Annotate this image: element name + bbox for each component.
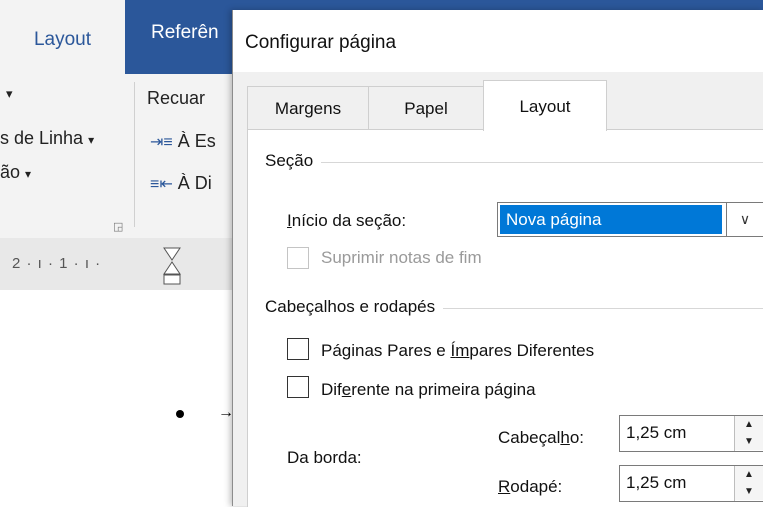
bullet-icon [176, 410, 184, 418]
dialog-launcher-icon[interactable]: ◲ [113, 220, 123, 233]
ruler-numbers: 2 · ı · 1 · ı · [12, 255, 102, 272]
indent-marker-icon[interactable] [162, 246, 182, 286]
spin-up-icon[interactable]: ▲ [735, 416, 763, 434]
indent-right-icon: ≡⇤ [150, 176, 173, 193]
ribbon-label-recuar: Recuar [147, 88, 206, 108]
from-edge-label: Da borda: [287, 448, 362, 467]
dropdown-arrow-icon: ▾ [25, 167, 32, 181]
section-heading-secao: Seção [265, 151, 322, 171]
dropdown-arrow-icon[interactable]: ▾ [6, 86, 13, 102]
footer-distance-label: Rodapé: [498, 477, 563, 496]
spin-down-icon[interactable]: ▼ [735, 483, 763, 500]
different-odd-even-label: Páginas Pares e Ímpares Diferentes [321, 341, 595, 360]
dropdown-arrow-icon: ▾ [88, 133, 95, 147]
indent-right-button[interactable]: ≡⇤ À Di [150, 173, 212, 194]
page-setup-dialog: Configurar página Margens Papel Layout S… [232, 10, 763, 507]
footer-distance-value[interactable]: 1,25 cm [626, 473, 686, 493]
dialog-tabs: Margens Papel Layout [233, 72, 763, 131]
suppress-endnotes-label: Suprimir notas de fim [321, 248, 482, 267]
section-start-value: Nova página [500, 205, 722, 234]
hyphenation-button[interactable]: ão ▾ [0, 162, 31, 183]
tab-papel[interactable]: Papel [368, 86, 484, 130]
chevron-down-icon[interactable]: ∨ [726, 203, 763, 236]
ribbon-tab-references[interactable]: Referên [151, 22, 219, 44]
section-start-label: Início da seção: [287, 211, 407, 230]
ribbon-group-separator [134, 82, 135, 227]
spin-up-icon[interactable]: ▲ [735, 466, 763, 484]
tab-layout[interactable]: Layout [483, 80, 607, 131]
section-start-select[interactable]: Nova página ∨ [497, 202, 763, 237]
spinner-buttons: ▲ ▼ [734, 466, 763, 501]
different-odd-even-checkbox[interactable] [287, 338, 309, 360]
dialog-title-bar[interactable]: Configurar página [233, 10, 763, 72]
spinner-buttons: ▲ ▼ [734, 416, 763, 451]
spin-down-icon[interactable]: ▼ [735, 433, 763, 450]
footer-distance-spinner[interactable]: 1,25 cm ▲ ▼ [619, 465, 763, 502]
different-first-page-label: Diferente na primeira página [321, 380, 536, 399]
header-distance-label: Cabeçalho: [498, 428, 585, 447]
indent-left-icon: ⇥≡ [150, 134, 173, 151]
section-divider [265, 162, 763, 163]
line-numbers-button[interactable]: s de Linha ▾ [0, 128, 94, 149]
header-distance-spinner[interactable]: 1,25 cm ▲ ▼ [619, 415, 763, 452]
indent-left-button[interactable]: ⇥≡ À Es [150, 131, 216, 152]
suppress-endnotes-checkbox[interactable] [287, 247, 309, 269]
section-heading-cabecalhos: Cabeçalhos e rodapés [265, 297, 444, 317]
header-distance-value[interactable]: 1,25 cm [626, 423, 686, 443]
tab-margens[interactable]: Margens [247, 86, 369, 130]
ribbon-tab-layout[interactable]: Layout [0, 0, 125, 74]
different-first-page-checkbox[interactable] [287, 376, 309, 398]
dialog-title: Configurar página [245, 32, 397, 53]
